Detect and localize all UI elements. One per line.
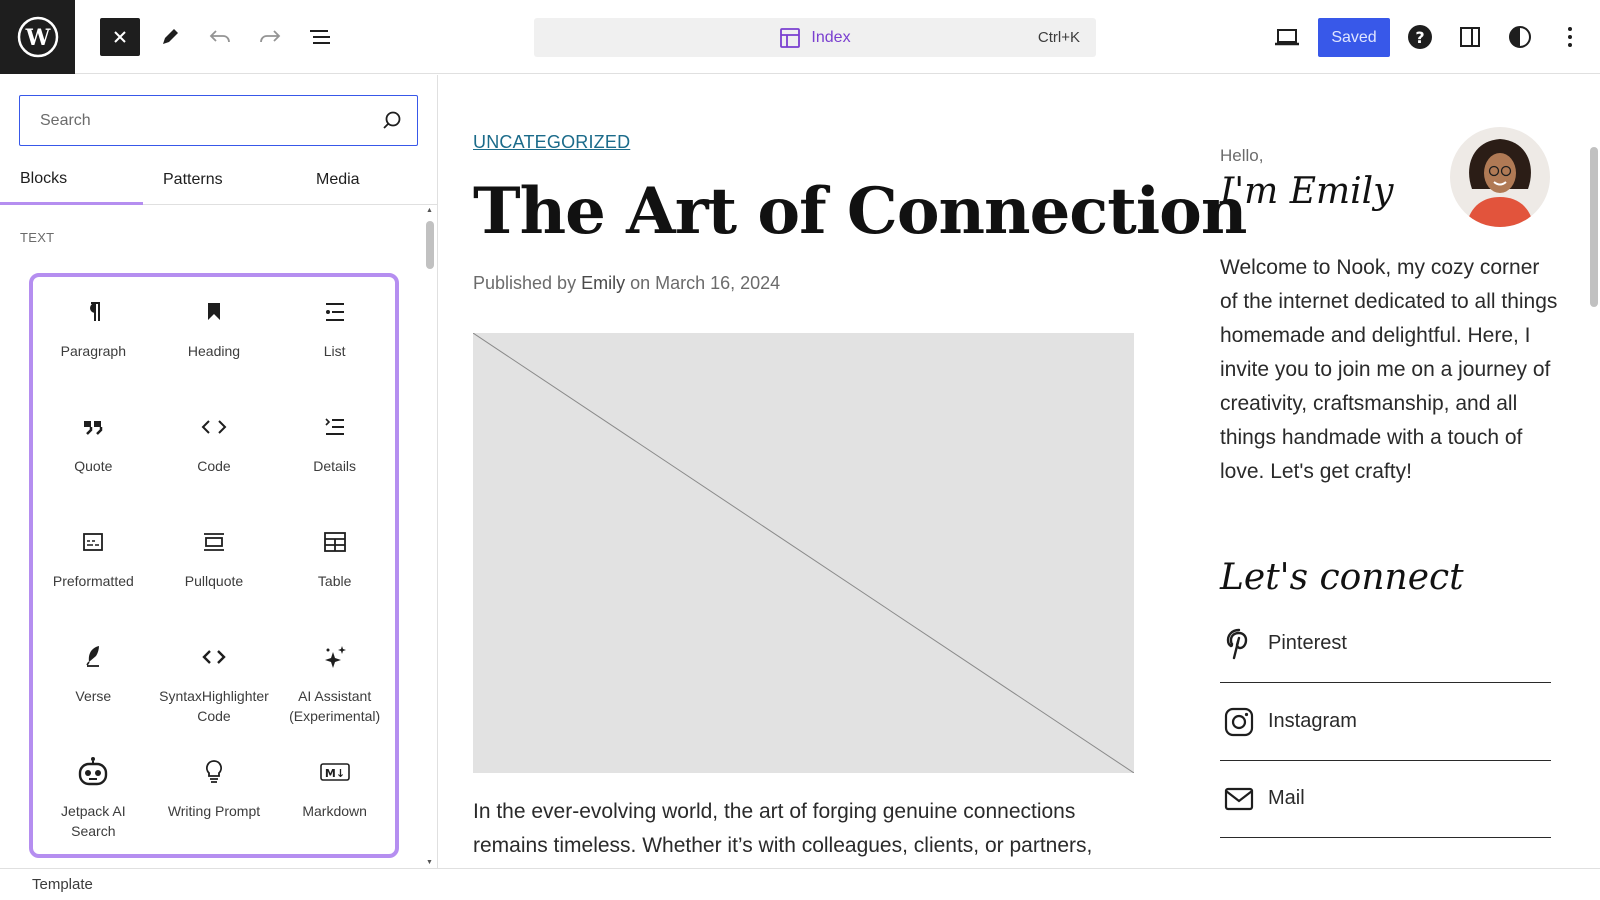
- close-icon: [114, 31, 126, 43]
- paragraph-icon: [90, 302, 101, 321]
- search-box: [19, 95, 418, 146]
- tab-media[interactable]: Media: [293, 155, 437, 205]
- code-icon: [201, 420, 227, 434]
- more-vertical-icon: [1568, 27, 1572, 47]
- greeting-text: Hello,: [1220, 146, 1264, 165]
- undo-button[interactable]: [200, 18, 240, 56]
- template-name: Index: [811, 28, 851, 46]
- tab-blocks[interactable]: Blocks: [0, 155, 143, 205]
- saved-button[interactable]: Saved: [1318, 18, 1390, 57]
- document-overview-button[interactable]: [300, 18, 340, 56]
- block-pullquote[interactable]: Pullquote: [154, 515, 275, 630]
- author-avatar: [1450, 127, 1550, 227]
- pencil-icon: [163, 29, 178, 44]
- block-markdown[interactable]: M↓ Markdown: [274, 745, 395, 860]
- details-icon: [325, 418, 344, 435]
- block-paragraph[interactable]: Paragraph: [33, 285, 154, 400]
- block-heading[interactable]: Heading: [154, 285, 275, 400]
- sparkle-icon: [324, 646, 346, 668]
- block-grid: Paragraph Heading List Quote Code Detail…: [29, 273, 399, 858]
- placeholder-diagonal: [472, 332, 1135, 774]
- svg-text:M↓: M↓: [325, 767, 345, 780]
- block-breadcrumb-bar: Template: [0, 868, 1600, 900]
- laptop-icon: [1275, 29, 1299, 46]
- post-body-paragraph[interactable]: In the ever-evolving world, the art of f…: [473, 795, 1133, 863]
- redo-button[interactable]: [250, 18, 290, 56]
- featured-image-placeholder[interactable]: [472, 332, 1135, 774]
- editor-toolbar: W Index Ctrl+K Saved ?: [0, 0, 1600, 74]
- block-ai-assistant[interactable]: AI Assistant (Experimental): [274, 630, 395, 745]
- lightbulb-icon: [206, 760, 222, 783]
- help-icon: ?: [1408, 25, 1432, 49]
- inserter-tabs: Blocks Patterns Media: [0, 155, 437, 205]
- avatar-portrait: [1450, 127, 1550, 227]
- help-button[interactable]: ?: [1400, 18, 1440, 56]
- post-author[interactable]: Emily: [581, 273, 625, 293]
- social-link-instagram[interactable]: Instagram: [1220, 683, 1551, 761]
- bookmark-icon: [207, 303, 220, 320]
- tools-button[interactable]: [150, 18, 190, 56]
- social-link-pinterest[interactable]: Pinterest: [1220, 605, 1551, 683]
- block-syntaxhighlighter-code[interactable]: SyntaxHighlighter Code: [154, 630, 275, 745]
- svg-text:?: ?: [1415, 28, 1424, 47]
- editor-canvas[interactable]: UNCATEGORIZED The Art of Connection Publ…: [439, 75, 1588, 868]
- list-icon: [325, 303, 344, 321]
- block-verse[interactable]: Verse: [33, 630, 154, 745]
- instagram-icon: [1224, 707, 1254, 736]
- code-brackets-icon: [202, 650, 226, 664]
- canvas-scroll-thumb[interactable]: [1590, 147, 1598, 307]
- block-table[interactable]: Table: [274, 515, 395, 630]
- inserter-scroll-thumb[interactable]: [426, 221, 434, 269]
- block-inserter-panel: Blocks Patterns Media TEXT Paragraph Hea…: [0, 75, 438, 868]
- block-preformatted[interactable]: Preformatted: [33, 515, 154, 630]
- social-link-mail[interactable]: Mail: [1220, 760, 1551, 838]
- styles-button[interactable]: [1500, 18, 1540, 56]
- preview-device-button[interactable]: [1267, 18, 1307, 56]
- contrast-icon: [1509, 26, 1531, 48]
- author-name-heading: I'm Emily: [1220, 171, 1394, 212]
- table-icon: [323, 532, 346, 552]
- block-jetpack-ai-search[interactable]: Jetpack AI Search: [33, 745, 154, 860]
- wordpress-logo-icon[interactable]: W: [0, 0, 75, 74]
- command-palette-bar[interactable]: Index Ctrl+K: [534, 18, 1096, 57]
- post-date: March 16, 2024: [655, 273, 781, 293]
- undo-icon: [209, 30, 230, 43]
- post-meta: Published by Emily on March 16, 2024: [473, 273, 781, 293]
- mail-icon: [1224, 787, 1254, 810]
- search-icon[interactable]: [381, 110, 403, 132]
- pinterest-icon: [1226, 628, 1248, 659]
- svg-text:W: W: [24, 25, 50, 51]
- block-writing-prompt[interactable]: Writing Prompt: [154, 745, 275, 860]
- inserter-scrollbar[interactable]: ▲ ▼: [424, 205, 436, 868]
- preformatted-icon: [83, 533, 104, 551]
- block-code[interactable]: Code: [154, 400, 275, 515]
- close-inserter-button[interactable]: [100, 18, 140, 56]
- breadcrumb-template[interactable]: Template: [32, 876, 93, 893]
- feather-icon: [86, 646, 100, 667]
- list-view-icon: [310, 30, 330, 44]
- welcome-paragraph: Welcome to Nook, my cozy corner of the i…: [1220, 256, 1558, 483]
- search-input[interactable]: [40, 111, 360, 130]
- canvas-scrollbar[interactable]: [1588, 75, 1600, 868]
- redo-icon: [260, 30, 281, 43]
- block-list[interactable]: List: [274, 285, 395, 400]
- block-details[interactable]: Details: [274, 400, 395, 515]
- pullquote-icon: [203, 533, 224, 551]
- markdown-icon: M↓: [319, 763, 350, 781]
- robot-icon: [79, 757, 108, 786]
- layout-icon: [780, 27, 801, 48]
- tab-patterns[interactable]: Patterns: [143, 155, 293, 205]
- section-label-text: TEXT: [20, 230, 55, 245]
- options-button[interactable]: [1550, 18, 1590, 56]
- block-quote[interactable]: Quote: [33, 400, 154, 515]
- connect-heading: Let's connect: [1220, 557, 1464, 598]
- post-title[interactable]: The Art of Connection: [473, 174, 1247, 249]
- quote-icon: [84, 421, 103, 435]
- shortcut-hint: Ctrl+K: [1037, 29, 1080, 46]
- post-category-link[interactable]: UNCATEGORIZED: [473, 132, 630, 153]
- sidebar-icon: [1460, 27, 1480, 47]
- settings-sidebar-button[interactable]: [1450, 18, 1490, 56]
